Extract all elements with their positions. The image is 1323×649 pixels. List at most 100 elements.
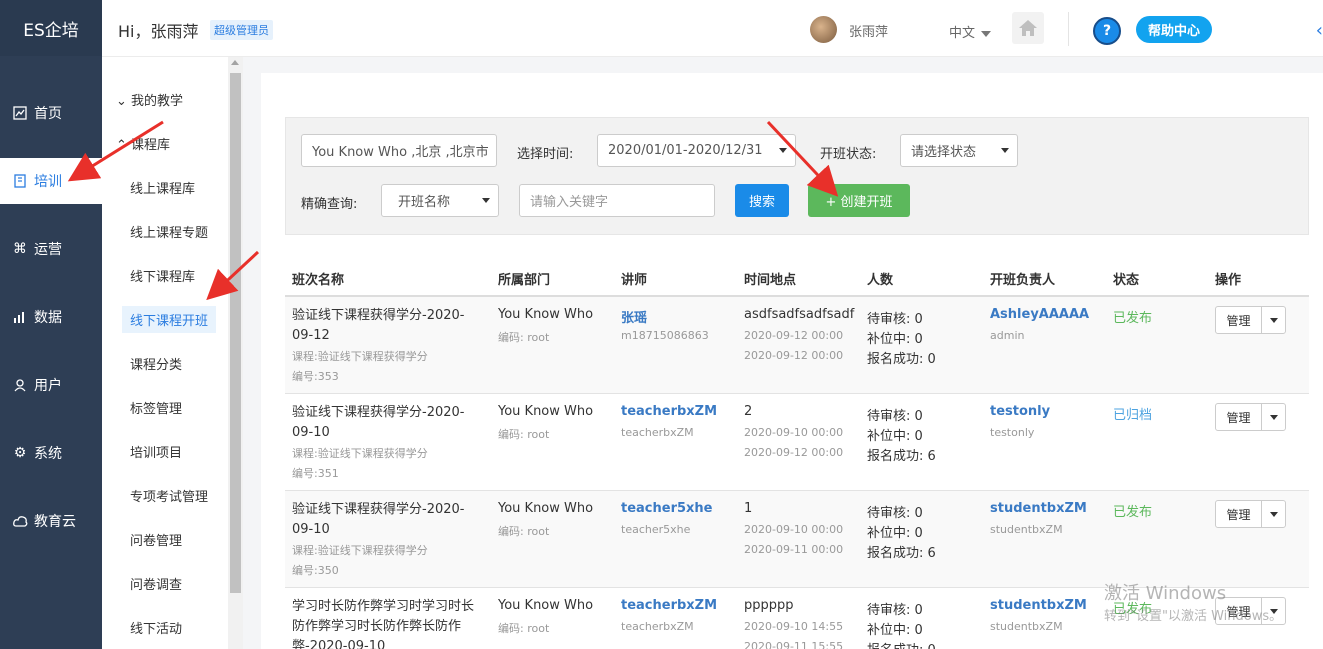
submenu-item-course-categories[interactable]: 课程分类 [130,354,182,373]
col-header-name[interactable]: 班次名称 [292,269,344,288]
dept-name: You Know Who [498,307,594,322]
teacher-link[interactable]: teacherbxZM [621,404,717,419]
nav-label: 数据 [34,310,62,326]
submenu-item-offline-classes[interactable]: 线下课程开班 [122,306,217,333]
date-range-input[interactable]: 2020/01/01-2020/12/31 [597,134,796,167]
time-label: 选择时间: [517,147,574,162]
book-icon [12,173,28,189]
submenu-scroll-thumb[interactable] [230,73,241,593]
nav-item-home[interactable]: 首页 [0,90,102,136]
nav-item-training[interactable]: 培训 [0,158,102,204]
home-button[interactable] [1012,12,1044,44]
pending-count: 待审核: 0 [867,409,923,424]
user-icon [12,377,28,393]
submenu-item-offline-activities[interactable]: 线下活动 [130,618,182,637]
status-select-value: 请选择状态 [911,145,977,160]
status-badge: 已归档 [1113,408,1153,423]
submenu-item-tags[interactable]: 标签管理 [130,398,182,417]
owner-link[interactable]: AshleyAAAAA [990,307,1089,322]
submenu-item-training-projects[interactable]: 培训项目 [130,442,182,461]
col-header-time-place[interactable]: 时间地点 [744,269,796,288]
waiting-count: 补位中: 0 [867,429,923,444]
teacher-link[interactable]: 张瑶 [621,307,647,326]
create-class-button[interactable]: + 创建开班 [808,184,910,217]
col-header-teacher[interactable]: 讲师 [621,269,647,288]
owner-account: studentbxZM [990,523,1063,536]
nav-item-system[interactable]: ⚙ 系统 [0,430,102,476]
help-center-button[interactable]: 帮助中心 [1136,16,1213,43]
scroll-up-arrow-icon[interactable] [231,60,239,65]
class-name[interactable]: 验证线下课程获得学分-2020-09-10 [292,500,482,540]
exact-query-label: 精确查询: [301,197,358,212]
nav-item-data[interactable]: 数据 [0,294,102,340]
class-code: 编号:353 [292,370,339,383]
owner-link[interactable]: studentbxZM [990,598,1087,613]
manage-button[interactable]: 管理 [1216,501,1262,527]
class-name[interactable]: 验证线下课程获得学分-2020-09-12 [292,306,482,346]
table-row: 验证线下课程获得学分-2020-09-10 课程:验证线下课程获得学分 编号:3… [285,394,1309,491]
manage-button[interactable]: 管理 [1216,307,1262,333]
manage-button-group: 管理 [1215,403,1286,431]
nav-label: 首页 [34,106,62,122]
success-count: 报名成功: 0 [867,352,936,367]
submenu-item-online-courses[interactable]: 线上课程库 [130,178,195,197]
dept-code: 编码: root [498,331,550,344]
submenu-group-my-teaching[interactable]: ⌄ 我的教学 [116,90,183,109]
waiting-count: 补位中: 0 [867,526,923,541]
username[interactable]: 张雨萍 [849,21,888,40]
nav-item-edu-cloud[interactable]: 教育云 [0,498,102,544]
nav-label: 用户 [34,378,62,394]
status-badge: 已发布 [1113,505,1153,520]
table-row: 验证线下课程获得学分-2020-09-12 课程:验证线下课程获得学分 编号:3… [285,297,1309,394]
col-header-owner[interactable]: 开班负责人 [990,269,1055,288]
collapse-icon[interactable]: ‹ [1316,20,1323,41]
start-time: 2020-09-10 00:00 [744,523,844,536]
help-question-icon[interactable]: ? [1093,17,1121,45]
chevron-down-icon: ⌄ [116,94,127,109]
submenu-item-offline-courses[interactable]: 线下课程库 [130,266,195,285]
submenu-item-special-exams[interactable]: 专项考试管理 [130,486,208,505]
department-select[interactable]: You Know Who ,北京 ,北京市 [301,134,497,167]
class-course: 课程:验证线下课程获得学分 [292,350,428,363]
class-course: 课程:验证线下课程获得学分 [292,447,428,460]
submenu-group-course-library[interactable]: ⌃ 课程库 [116,134,170,153]
dept-code: 编码: root [498,428,550,441]
top-header: Hi，张雨萍 超级管理员 张雨萍 中文 ? 帮助中心 ‹ [102,0,1323,57]
dept-code: 编码: root [498,525,550,538]
class-name[interactable]: 学习时长防作弊学习时学习时长防作弊学习时长防作弊长防作弊-2020-09-10 [292,597,482,649]
submenu-item-online-topics[interactable]: 线上课程专题 [130,222,208,241]
submenu-item-questionnaires[interactable]: 问卷管理 [130,530,182,549]
exact-field-select[interactable]: 开班名称 [381,184,499,217]
owner-account: testonly [990,426,1035,439]
chevron-down-icon [1001,148,1009,153]
class-name[interactable]: 验证线下课程获得学分-2020-09-10 [292,403,482,443]
language-select[interactable]: 中文 [949,22,992,41]
chevron-down-icon [779,148,787,153]
nav-item-operations[interactable]: ⌘ 运营 [0,226,102,272]
waiting-count: 补位中: 0 [867,332,923,347]
nav-item-users[interactable]: 用户 [0,362,102,408]
owner-link[interactable]: testonly [990,404,1050,419]
teacher-link[interactable]: teacherbxZM [621,598,717,613]
keyword-input[interactable]: 请输入关键字 [519,184,715,217]
chevron-down-icon[interactable] [1270,415,1278,420]
dept-name: You Know Who [498,404,594,419]
chevron-down-icon[interactable] [1270,318,1278,323]
dept-code: 编码: root [498,622,550,635]
owner-link[interactable]: studentbxZM [990,501,1087,516]
submenu-item-surveys[interactable]: 问卷调查 [130,574,182,593]
search-button[interactable]: 搜索 [735,184,789,217]
brand-logo[interactable]: ES企培 [0,0,102,56]
table-row: 验证线下课程获得学分-2020-09-10 课程:验证线下课程获得学分 编号:3… [285,491,1309,588]
col-header-dept[interactable]: 所属部门 [498,269,550,288]
start-time: 2020-09-10 14:55 [744,620,844,633]
manage-button[interactable]: 管理 [1216,404,1262,430]
avatar[interactable] [810,16,837,43]
chevron-down-icon[interactable] [1270,512,1278,517]
place: asdfsadfsadfsadf [744,307,855,322]
status-select[interactable]: 请选择状态 [900,134,1018,167]
language-label: 中文 [949,26,976,41]
col-header-status[interactable]: 状态 [1113,269,1139,288]
teacher-link[interactable]: teacher5xhe [621,501,713,516]
col-header-count[interactable]: 人数 [867,269,893,288]
